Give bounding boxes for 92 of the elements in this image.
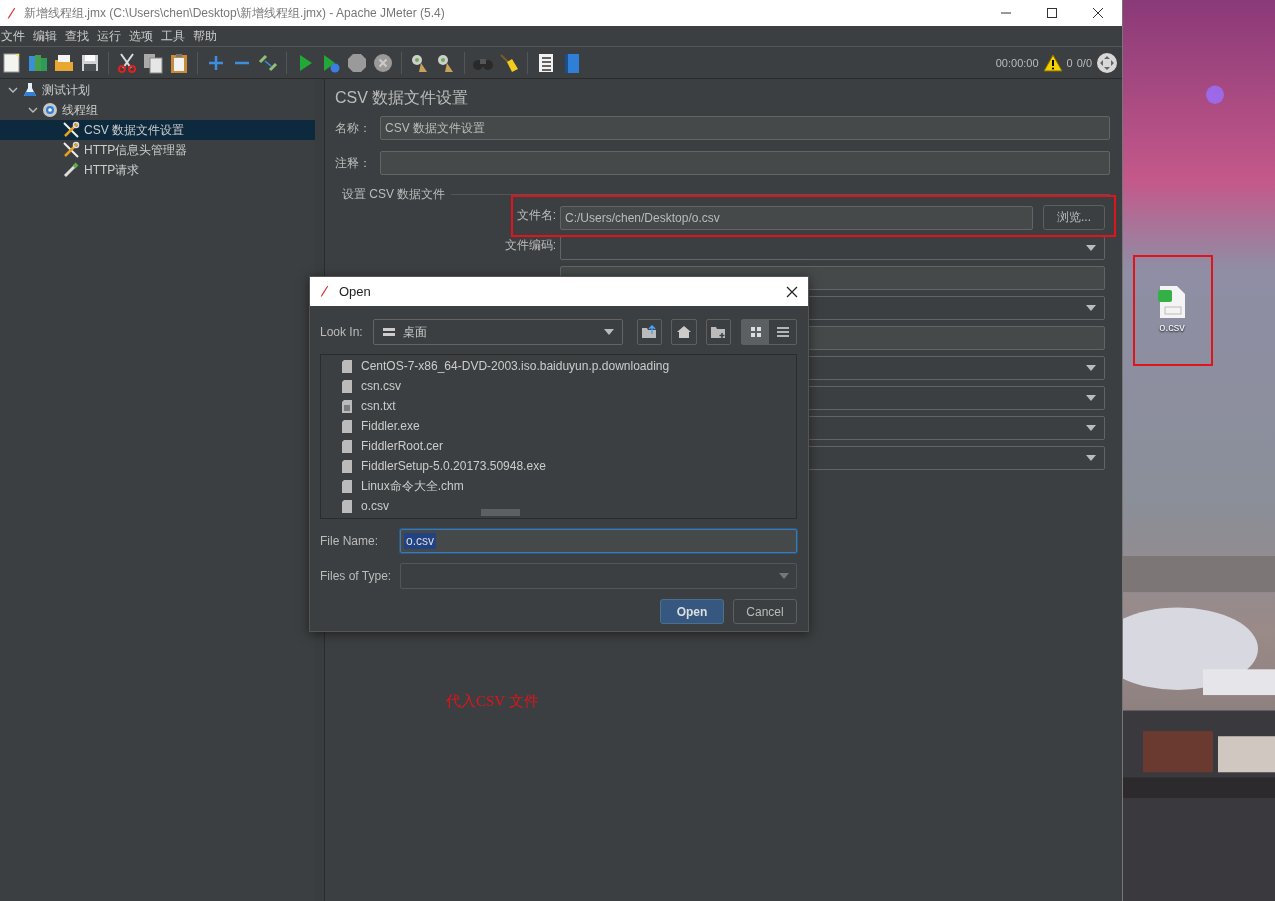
flask-icon: [22, 82, 38, 98]
wrench-screwdriver-icon: [62, 121, 80, 139]
dialog-title: Open: [339, 284, 371, 299]
remote-status-icon: [1096, 51, 1118, 74]
file-icon: [342, 439, 352, 453]
menu-item[interactable]: 运行: [97, 27, 121, 45]
thread-count: 0/0: [1076, 56, 1092, 69]
file-list-item[interactable]: Linux命令大全.chm: [361, 477, 464, 495]
shutdown-icon[interactable]: [372, 51, 394, 74]
elapsed-time: 00:00:00: [995, 56, 1039, 69]
stop-icon[interactable]: [346, 51, 368, 74]
warning-count: 0: [1066, 56, 1073, 69]
copy-icon[interactable]: [142, 51, 164, 74]
list-icon: [776, 326, 789, 338]
caret-icon: [1086, 394, 1096, 401]
file-icon: [342, 499, 352, 513]
file-icon: [342, 459, 352, 473]
scrollbar-thumb[interactable]: [481, 509, 520, 516]
file-name-field[interactable]: o.csv: [400, 529, 797, 553]
browse-button[interactable]: 浏览...: [1043, 205, 1105, 230]
caret-icon: [1086, 244, 1096, 251]
expand-toggle-icon[interactable]: [28, 105, 38, 115]
tree-item[interactable]: HTTP信息头管理器: [84, 141, 188, 159]
home-icon: [675, 325, 692, 339]
new-folder-button[interactable]: [705, 319, 731, 345]
cut-icon[interactable]: [116, 51, 138, 74]
caret-icon: [1086, 304, 1096, 311]
file-list-item[interactable]: FiddlerSetup-5.0.20173.50948.exe: [361, 459, 546, 473]
field-label: 注释：: [335, 154, 372, 172]
field-label: Look In:: [320, 325, 364, 339]
tree-item[interactable]: 测试计划: [42, 81, 90, 99]
panel-heading: CSV 数据文件设置: [335, 88, 470, 108]
warning-icon[interactable]: [1042, 53, 1063, 72]
menu-item[interactable]: 选项: [129, 27, 153, 45]
file-list-item[interactable]: Fiddler.exe: [361, 419, 420, 433]
caret-icon: [1086, 424, 1096, 431]
look-in-dropdown[interactable]: 桌面: [372, 319, 623, 345]
file-list-item[interactable]: csn.txt: [361, 399, 396, 413]
comment-field[interactable]: [380, 151, 1110, 175]
dropdown-field[interactable]: [560, 235, 1105, 260]
menu-item[interactable]: 查找: [65, 27, 89, 45]
text-field[interactable]: C:/Users/chen/Desktop/o.csv: [560, 205, 1033, 230]
up-folder-button[interactable]: [636, 319, 663, 345]
name-field[interactable]: CSV 数据文件设置: [380, 116, 1110, 140]
file-list-item[interactable]: o.csv: [361, 499, 389, 513]
file-list-item[interactable]: CentOS-7-x86_64-DVD-2003.iso.baiduyun.p.downloading: [361, 359, 670, 373]
file-icon: [342, 359, 352, 373]
file-icon: [342, 479, 352, 493]
app-logo-icon: [6, 5, 16, 21]
caret-icon: [1086, 454, 1096, 461]
reset-search-icon[interactable]: [498, 51, 520, 74]
tree-item[interactable]: 线程组: [62, 101, 98, 119]
pipette-icon: [62, 161, 80, 179]
group-title: 设置 CSV 数据文件: [342, 186, 446, 203]
close-icon[interactable]: [1092, 7, 1104, 19]
cancel-button[interactable]: Cancel: [733, 599, 797, 624]
app-logo-icon: [319, 284, 329, 299]
field-label: File Name:: [320, 534, 379, 548]
home-button[interactable]: [671, 319, 697, 345]
caret-icon: [1086, 364, 1096, 371]
caret-icon: [779, 573, 789, 579]
wrench-screwdriver-icon: [62, 141, 80, 159]
menu-item[interactable]: 文件: [1, 27, 25, 45]
folder-up-icon: [641, 325, 658, 339]
text-file-icon: [342, 399, 352, 413]
gear-icon: [42, 102, 58, 118]
expand-toggle-icon[interactable]: [8, 85, 18, 95]
menu-item[interactable]: 帮助: [193, 27, 217, 45]
window-title: 新增线程组.jmx (C:\Users\chen\Desktop\新增线程组.jmx) - Apache JMeter (5.4): [24, 4, 445, 22]
spreadsheet-file-icon[interactable]: [1157, 285, 1187, 319]
field-label: 文件编码:: [503, 237, 556, 254]
annotation-text: 代入CSV 文件: [446, 692, 539, 711]
close-icon[interactable]: [786, 285, 798, 298]
field-label: 文件名:: [515, 207, 556, 224]
grid-icon: [749, 326, 762, 338]
file-list-item[interactable]: FiddlerRoot.cer: [361, 439, 444, 453]
new-file-icon[interactable]: [1, 51, 23, 74]
maximize-icon[interactable]: [1046, 7, 1058, 19]
grid-view-button[interactable]: [742, 320, 769, 344]
file-list-item[interactable]: csn.csv: [361, 379, 401, 393]
menu-item[interactable]: 编辑: [33, 27, 57, 45]
paste-icon[interactable]: [168, 51, 190, 74]
drive-icon: [382, 327, 395, 337]
file-icon: [342, 419, 352, 433]
file-icon: [342, 379, 352, 393]
field-label: 名称：: [335, 119, 372, 137]
menu-item[interactable]: 工具: [161, 27, 185, 45]
open-button[interactable]: Open: [660, 599, 724, 624]
tree-item[interactable]: HTTP请求: [84, 161, 140, 179]
caret-icon: [603, 329, 614, 335]
field-label: Files of Type:: [320, 569, 393, 583]
new-folder-icon: [710, 325, 727, 339]
